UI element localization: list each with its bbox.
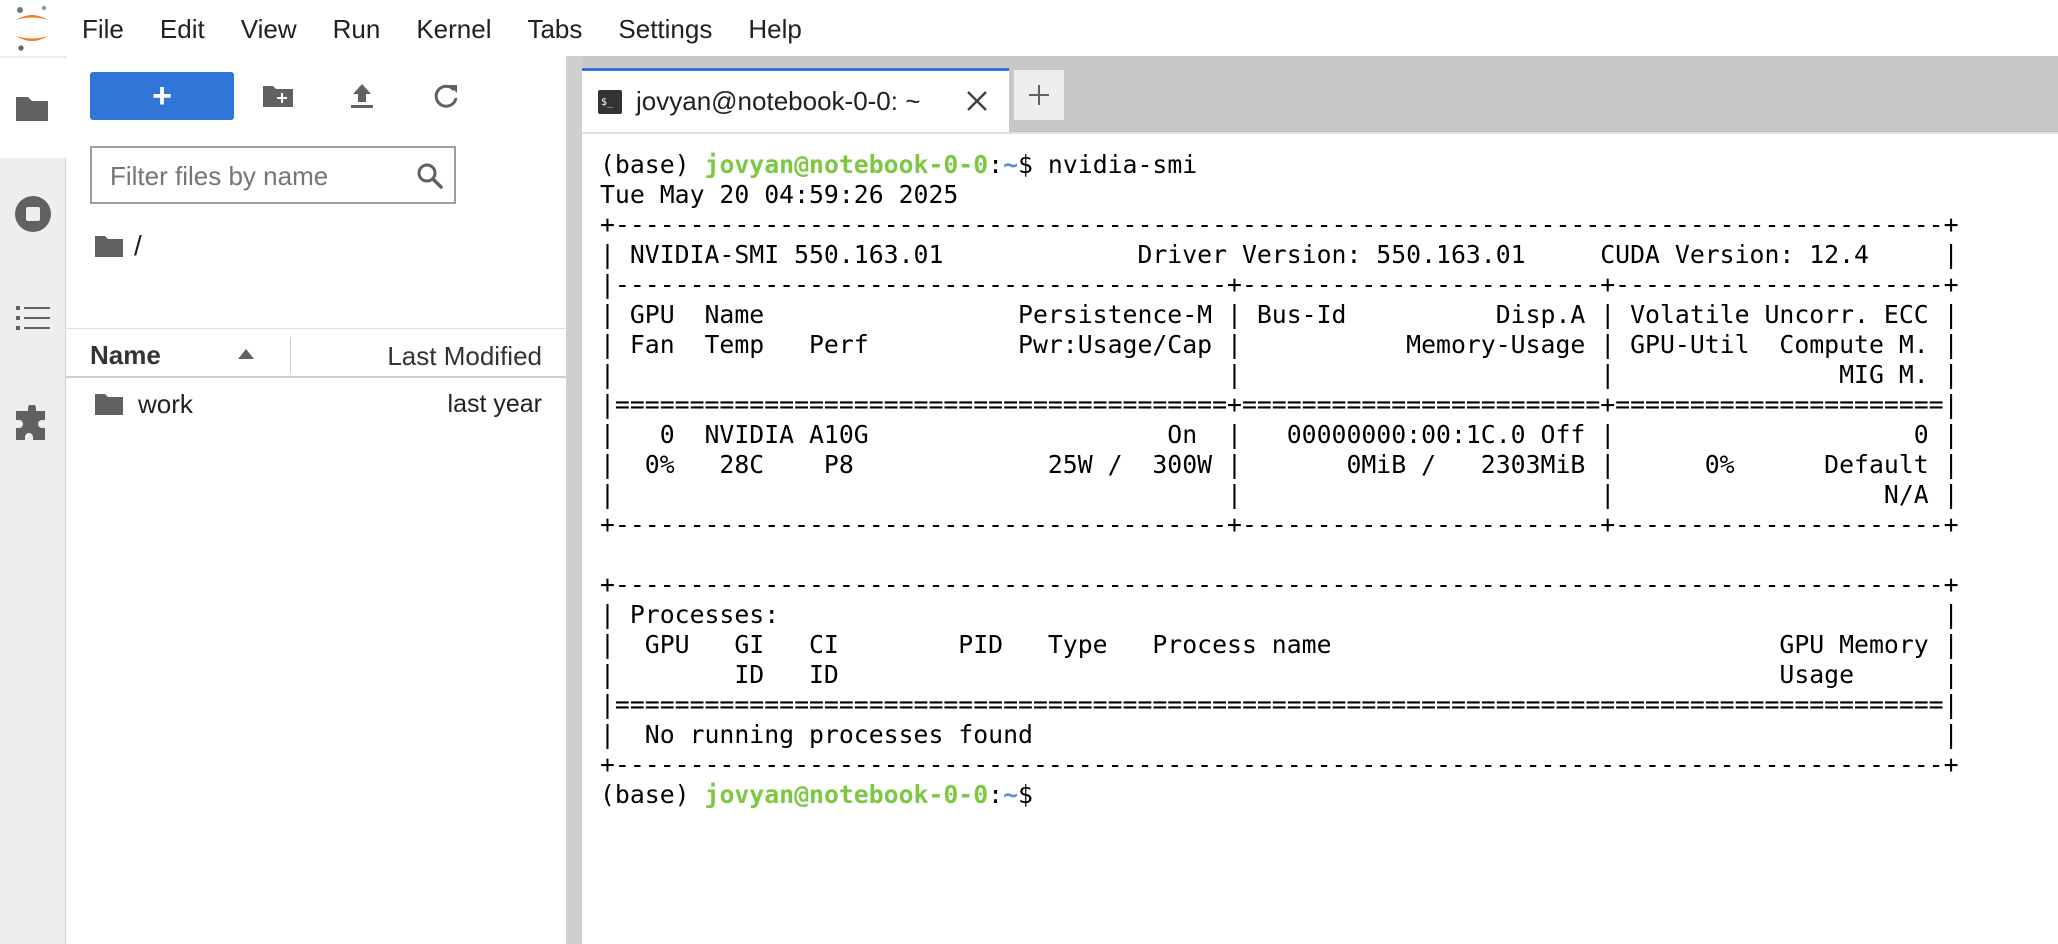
- main-tab-bar: $_ jovyan@notebook-0-0: ~: [582, 56, 2058, 132]
- filter-files-input[interactable]: [108, 158, 398, 194]
- terminal-icon: $_: [598, 89, 622, 114]
- new-folder-button[interactable]: [258, 76, 298, 116]
- breadcrumb-root[interactable]: /: [134, 230, 142, 262]
- menu-settings[interactable]: Settings: [600, 0, 730, 56]
- menu-kernel[interactable]: Kernel: [398, 0, 509, 56]
- breadcrumb: /: [94, 226, 142, 266]
- svg-text:$_: $_: [601, 97, 614, 108]
- jupyter-logo-icon[interactable]: [0, 0, 64, 56]
- sort-ascending-icon: [238, 349, 254, 359]
- prompt-path: ~: [1003, 780, 1019, 809]
- menu-help[interactable]: Help: [730, 0, 819, 56]
- prompt-separator: :: [988, 150, 1004, 179]
- tab-terminal[interactable]: $_ jovyan@notebook-0-0: ~: [582, 68, 1009, 132]
- file-browser-tab-button[interactable]: [0, 58, 66, 158]
- plus-icon: [1029, 85, 1049, 105]
- file-item-modified: last year: [447, 390, 542, 418]
- menu-tabs[interactable]: Tabs: [509, 0, 600, 56]
- menu-file[interactable]: File: [64, 0, 142, 56]
- home-folder-icon[interactable]: [94, 234, 124, 258]
- tab-label: jovyan@notebook-0-0: ~: [636, 86, 921, 116]
- left-activity-bar: [0, 56, 66, 944]
- menu-view[interactable]: View: [223, 0, 315, 56]
- extension-manager-tab-button[interactable]: [0, 374, 66, 474]
- terminal-command: nvidia-smi: [1047, 150, 1198, 179]
- file-list-item[interactable]: work last year: [66, 380, 566, 428]
- close-icon[interactable]: [965, 89, 989, 113]
- add-tab-button[interactable]: [1014, 70, 1064, 120]
- menu-run[interactable]: Run: [315, 0, 399, 56]
- column-header-name[interactable]: Name: [90, 329, 161, 379]
- folder-icon: [95, 394, 123, 415]
- file-item-name: work: [138, 389, 193, 419]
- search-icon: [417, 163, 443, 189]
- file-listing-header: Name Last Modified: [66, 328, 566, 378]
- prompt-env: (base): [600, 780, 705, 809]
- file-browser-toolbar: +: [66, 56, 566, 136]
- upload-button[interactable]: [342, 76, 382, 116]
- terminal-output: (base) jovyan@notebook-0-0:~$ nvidia-smi…: [600, 150, 1959, 810]
- terminal-panel[interactable]: (base) jovyan@notebook-0-0:~$ nvidia-smi…: [582, 132, 2058, 944]
- menu-edit[interactable]: Edit: [142, 0, 223, 56]
- command-output: Tue May 20 04:59:26 2025 +--------------…: [600, 180, 1959, 779]
- prompt-env: (base): [600, 150, 705, 179]
- file-browser-panel: + Filter files by name / Name Last Modif…: [66, 56, 566, 944]
- new-folder-icon: [263, 86, 293, 107]
- new-launcher-button[interactable]: +: [90, 72, 234, 120]
- panel-splitter[interactable]: [566, 56, 582, 944]
- puzzle-piece-icon: [16, 405, 45, 440]
- upload-icon: [351, 84, 373, 108]
- filter-files-box: [90, 146, 456, 204]
- column-divider[interactable]: [290, 337, 291, 373]
- folder-icon: [16, 97, 48, 121]
- running-sessions-tab-button[interactable]: [0, 164, 66, 264]
- refresh-button[interactable]: [426, 76, 466, 116]
- table-of-contents-tab-button[interactable]: [0, 268, 66, 368]
- prompt-user: jovyan@notebook-0-0: [704, 780, 989, 809]
- list-icon: [16, 306, 50, 330]
- column-header-last-modified[interactable]: Last Modified: [387, 329, 542, 379]
- prompt-user: jovyan@notebook-0-0: [704, 150, 989, 179]
- prompt-path: ~: [1003, 150, 1019, 179]
- stop-circle-icon: [15, 196, 51, 232]
- menu-bar: File Edit View Run Kernel Tabs Settings …: [0, 0, 2058, 56]
- refresh-icon: [434, 84, 458, 108]
- prompt-end: $: [1018, 150, 1048, 179]
- plus-icon: +: [152, 77, 172, 115]
- prompt-separator: :: [988, 780, 1004, 809]
- prompt-end: $: [1018, 780, 1048, 809]
